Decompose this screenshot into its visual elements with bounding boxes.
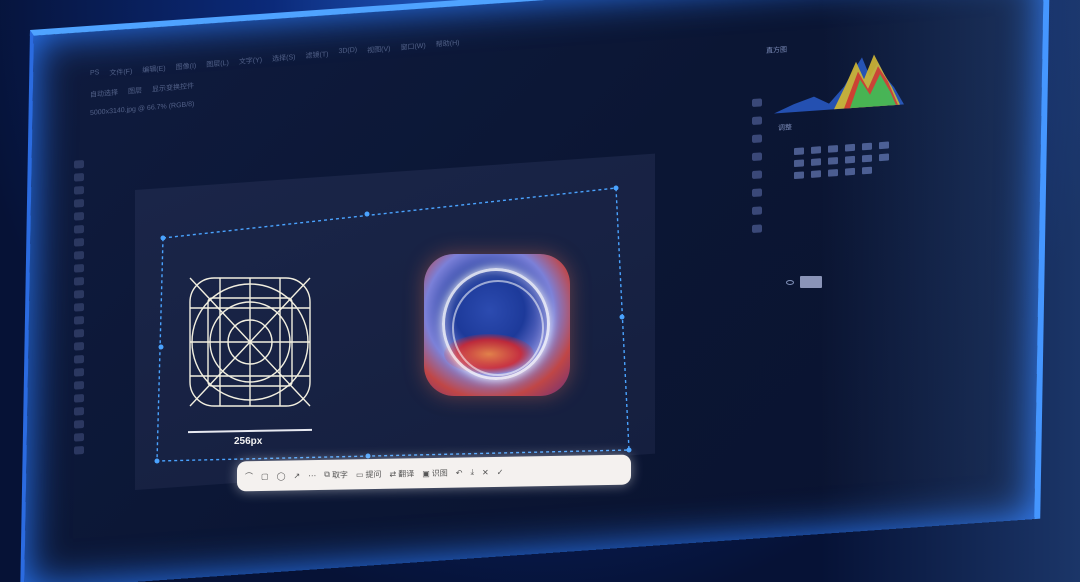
vibrance-icon[interactable]: [862, 142, 872, 151]
panel-histogram-icon[interactable]: [752, 98, 762, 108]
panel-user-icon[interactable]: [752, 206, 762, 216]
threshold-icon[interactable]: [828, 169, 838, 177]
selective-color-icon[interactable]: [862, 166, 872, 175]
menu-item[interactable]: PS: [90, 69, 99, 80]
eyedropper-tool-icon[interactable]: [74, 224, 84, 234]
curves-icon[interactable]: [828, 145, 838, 153]
panel-settings-icon[interactable]: [752, 188, 762, 198]
panel-text-icon[interactable]: [752, 224, 762, 234]
more-icon[interactable]: ⋯: [308, 471, 316, 480]
icon-ring-inner: [452, 280, 544, 376]
move-tool-icon[interactable]: [74, 159, 84, 169]
panel-info-icon[interactable]: [752, 152, 762, 162]
option-item[interactable]: 显示变换控件: [152, 81, 194, 95]
menu-item[interactable]: 图像(I): [176, 61, 197, 73]
measure-label: 256px: [234, 436, 263, 447]
shape-tool-icon[interactable]: [74, 380, 84, 390]
recognize-icon: ▣: [422, 468, 430, 478]
posterize-icon[interactable]: [811, 170, 821, 178]
brush-tool-icon[interactable]: [74, 250, 84, 260]
tools-panel: [74, 159, 92, 455]
zoom-tool-icon[interactable]: [74, 406, 84, 416]
black-white-icon[interactable]: [828, 157, 838, 165]
menu-item[interactable]: 视图(V): [367, 44, 390, 56]
lookup-icon[interactable]: [879, 153, 889, 162]
gradient-map-icon[interactable]: [845, 167, 855, 176]
histogram-graph: [774, 54, 904, 114]
color-balance-icon[interactable]: [811, 158, 821, 166]
healing-tool-icon[interactable]: [74, 237, 84, 247]
rectangle-icon[interactable]: ▢: [261, 471, 269, 480]
brightness-icon[interactable]: [794, 147, 804, 156]
menu-item[interactable]: 文件(F): [109, 66, 132, 78]
panel-side-icons: [752, 98, 762, 234]
color-swatches-icon[interactable]: [74, 419, 84, 429]
levels-icon[interactable]: [811, 146, 821, 154]
exposure-icon[interactable]: [845, 143, 855, 152]
document-tab[interactable]: 5000x3140.jpg @ 66.7% (RGB/8): [90, 101, 194, 117]
chat-icon: ▭: [355, 469, 364, 479]
path-select-tool-icon[interactable]: [74, 367, 84, 377]
history-brush-tool-icon[interactable]: [74, 276, 84, 286]
option-item[interactable]: 自动选择: [90, 88, 118, 100]
hand-tool-icon[interactable]: [74, 393, 84, 403]
eraser-tool-icon[interactable]: [74, 289, 84, 299]
ask-button[interactable]: ▭ 提问: [356, 468, 382, 479]
confirm-icon[interactable]: ✓: [497, 467, 504, 476]
translate-button[interactable]: ⇄ 翻译: [390, 468, 415, 479]
panel-play-icon[interactable]: [752, 116, 762, 126]
layer-thumbnail: [800, 276, 822, 288]
marquee-tool-icon[interactable]: [74, 172, 84, 182]
app-icon-preview: [424, 254, 570, 396]
menu-item[interactable]: 3D(D): [338, 47, 357, 59]
close-icon[interactable]: ✕: [482, 468, 489, 477]
text-extract-button[interactable]: ⧉ 取字: [324, 469, 348, 480]
option-item[interactable]: 图层: [128, 85, 142, 96]
adjustments-tab[interactable]: 调整: [778, 122, 792, 133]
quick-select-tool-icon[interactable]: [74, 198, 84, 208]
arrow-icon[interactable]: ↗: [294, 471, 301, 480]
screen-mode-icon[interactable]: [74, 445, 84, 455]
menu-item[interactable]: 窗口(W): [400, 41, 425, 53]
recognize-button[interactable]: ▣ 识图: [422, 467, 448, 478]
invert-icon[interactable]: [794, 171, 804, 180]
pen-tool-icon[interactable]: [74, 341, 84, 351]
panel-brush-icon[interactable]: [752, 170, 762, 180]
crop-tool-icon[interactable]: [74, 211, 84, 221]
quick-mask-icon[interactable]: [74, 432, 84, 442]
stamp-tool-icon[interactable]: [74, 263, 84, 273]
menu-item[interactable]: 图层(L): [206, 58, 229, 70]
hue-icon[interactable]: [794, 159, 804, 168]
blur-tool-icon[interactable]: [74, 315, 84, 325]
channel-mixer-icon[interactable]: [862, 154, 872, 163]
menu-item[interactable]: 文字(Y): [239, 55, 262, 67]
panel-layers-icon[interactable]: [752, 134, 762, 144]
text-tool-icon[interactable]: [74, 354, 84, 364]
right-panels: 直方图 调整: [738, 25, 948, 360]
lasso-tool-icon[interactable]: [74, 185, 84, 195]
undo-icon[interactable]: ↶: [456, 468, 463, 477]
adjustment-icons: [794, 141, 891, 180]
photo-filter-icon[interactable]: [845, 155, 855, 164]
text-extract-icon: ⧉: [324, 469, 330, 479]
gradient-tool-icon[interactable]: [74, 302, 84, 312]
menu-item[interactable]: 滤镜(T): [306, 49, 329, 61]
translate-icon: ⇄: [389, 469, 397, 479]
layer-row[interactable]: [786, 276, 822, 288]
icon-grid-template-icon: [189, 277, 311, 407]
photo-stage: PS 文件(F) 编辑(E) 图像(I) 图层(L) 文字(Y) 选择(S) 滤镜(T) 3D(…: [0, 0, 1080, 582]
menu-item[interactable]: 帮助(H): [436, 38, 460, 50]
download-icon[interactable]: ⤓: [470, 467, 474, 477]
menu-item[interactable]: 选择(S): [272, 52, 295, 64]
triangle-icon[interactable]: [879, 141, 889, 150]
dodge-tool-icon[interactable]: [74, 328, 84, 338]
visibility-eye-icon[interactable]: [786, 279, 794, 285]
menu-item[interactable]: 编辑(E): [142, 63, 165, 75]
undo-lasso-icon[interactable]: ⌒: [245, 471, 253, 482]
ellipse-icon[interactable]: ◯: [277, 471, 286, 480]
